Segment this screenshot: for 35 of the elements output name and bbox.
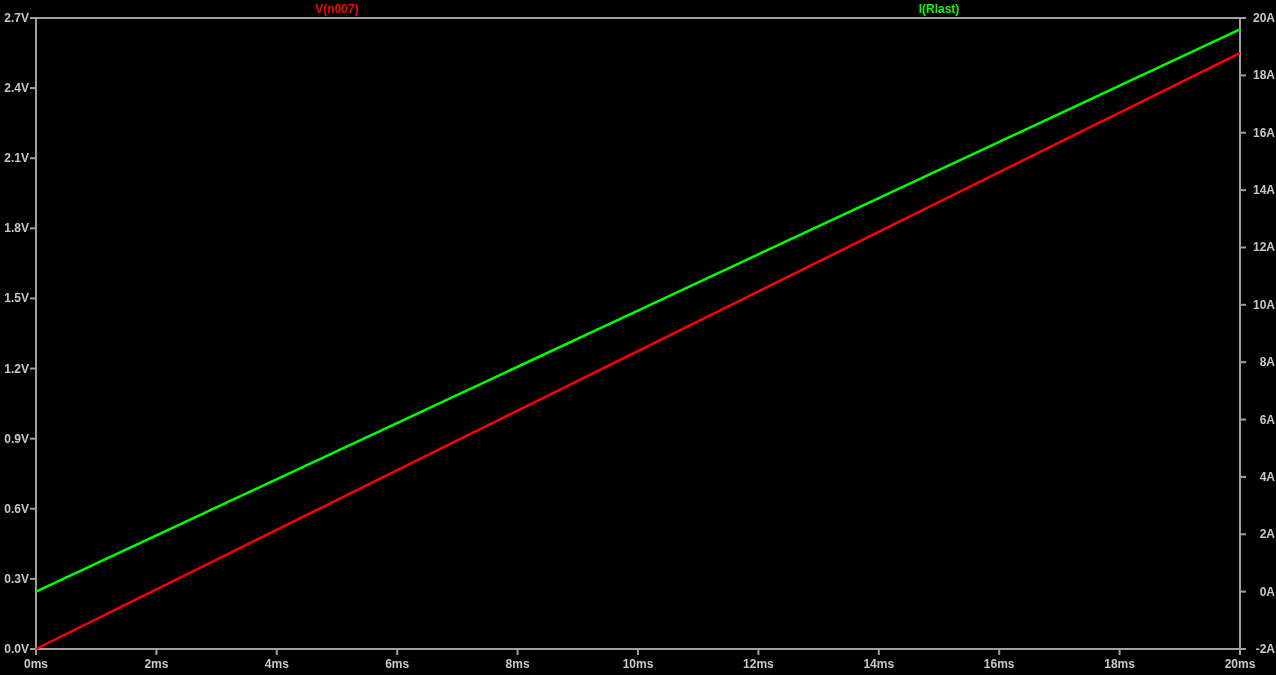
axis-tick-label: 10A [1253, 297, 1275, 312]
axis-tick-label: 12A [1253, 240, 1275, 255]
axis-tick-label: 8ms [505, 657, 530, 671]
axis-tick-label: 16ms [983, 657, 1015, 671]
axis-tick-label: 14ms [863, 657, 895, 671]
axis-tick-label: 0.6V [4, 501, 29, 516]
axis-tick-label: 2.7V [4, 11, 29, 25]
axis-tick-label: 4A [1259, 469, 1275, 484]
axis-tick-label: 0.3V [4, 571, 29, 586]
axis-tick-label: 2A [1259, 527, 1275, 542]
axis-tick-label: 0ms [24, 657, 48, 671]
axis-tick-label: 1.2V [4, 361, 29, 376]
axis-tick-label: 2.1V [4, 151, 29, 166]
axis-tick-label: 1.8V [4, 221, 29, 236]
axis-tick-label: 18ms [1104, 657, 1135, 671]
axis-tick-label: 0.9V [4, 431, 29, 446]
axis-tick-label: 8A [1259, 355, 1275, 370]
axis-tick-label: 0.0V [4, 642, 29, 656]
axis-tick-label: 2ms [144, 657, 169, 671]
trace-label[interactable]: V(n007) [315, 2, 359, 16]
axis-tick-label: 12ms [743, 657, 774, 671]
axis-tick-label: 4ms [264, 657, 289, 671]
trace-label[interactable]: I(Rlast) [918, 2, 960, 16]
axis-tick-label: 6A [1259, 412, 1275, 427]
axis-tick-label: 14A [1253, 183, 1275, 198]
axis-tick-label: 1.5V [4, 291, 29, 306]
axis-tick-label: -2A [1255, 642, 1275, 656]
axis-tick-label: 20A [1253, 11, 1275, 25]
axis-tick-label: 18A [1253, 68, 1275, 83]
axis-tick-label: 16A [1253, 125, 1275, 140]
axis-tick-label: 20ms [1224, 657, 1256, 671]
axis-tick-label: 0A [1259, 584, 1275, 599]
axis-tick-label: 6ms [385, 657, 410, 671]
axis-tick-label: 2.4V [4, 81, 29, 96]
axis-tick-label: 10ms [622, 657, 654, 671]
